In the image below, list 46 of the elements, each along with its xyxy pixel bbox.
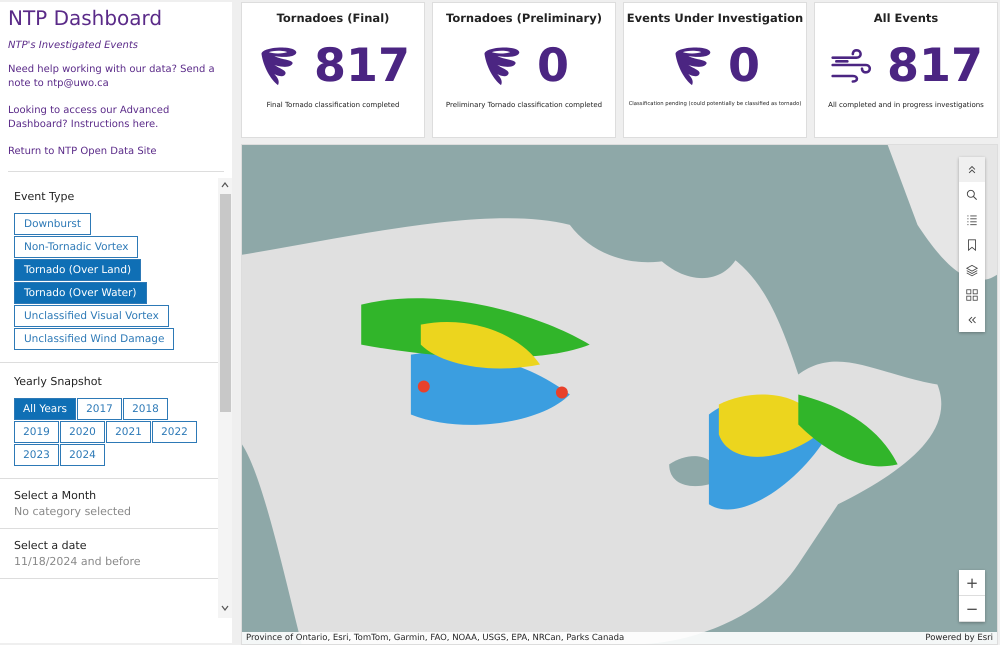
count-value: 817 [314, 38, 410, 92]
card-title: Tornadoes (Final) [276, 11, 390, 25]
dashboard-title: NTP Dashboard [8, 6, 164, 30]
count-value: 0 [728, 38, 760, 92]
zoom-out-button[interactable]: − [959, 596, 985, 622]
legend-icon [965, 212, 979, 226]
year-button[interactable]: 2018 [123, 398, 168, 420]
year-button[interactable]: 2022 [152, 421, 197, 443]
year-button[interactable]: 2019 [14, 421, 59, 443]
filter-button[interactable]: Downburst [14, 213, 91, 235]
selection-text[interactable]: No category selected [14, 505, 218, 518]
year-button[interactable]: 2021 [106, 421, 151, 443]
info-text: Return to NTP Open Data Site [8, 145, 224, 172]
filter-button[interactable]: Tornado (Over Water) [14, 282, 147, 304]
section-title: Event Type [14, 190, 76, 203]
year-button[interactable]: 2020 [60, 421, 105, 443]
filter-button[interactable]: Unclassified Visual Vortex [14, 305, 169, 327]
selection-text[interactable]: 11/18/2024 and before [14, 555, 218, 568]
card-title: All Events [874, 11, 938, 25]
filter-button[interactable]: Unclassified Wind Damage [14, 328, 174, 350]
scrollbar-drawing[interactable] [218, 178, 232, 618]
card-title: Events Under Investigation [626, 11, 804, 25]
toolbar-button[interactable] [959, 157, 985, 182]
section-title: Select a Month [14, 489, 98, 502]
filter-button[interactable]: Non-Tornadic Vortex [14, 236, 138, 258]
section-title: Yearly Snapshot [14, 375, 103, 388]
search-icon [965, 188, 979, 202]
layers-icon [965, 262, 979, 276]
info-text: Need help working with our data? Send a note to ntp@uwo.ca [8, 63, 216, 91]
toolbar-button[interactable] [959, 182, 985, 207]
info-text: Looking to access our Advanced Dashboard? Instructions here. [8, 104, 170, 132]
attribution-text: Province of Ontario, Esri, TomTom, Garmin, FAO, NOAA, USGS, EPA, NRCan, Parks Canada [246, 633, 624, 643]
powered-by-text[interactable]: Powered by Esri [925, 633, 993, 643]
zoom-in-button[interactable]: + [959, 570, 985, 596]
grid-icon [965, 288, 979, 302]
subtitle: NTP's Investigated Events [8, 40, 139, 51]
card-title: Tornadoes (Preliminary) [446, 11, 602, 25]
year-button[interactable]: 2023 [14, 444, 59, 466]
bookmark-icon [965, 238, 979, 252]
year-button[interactable]: All Years [14, 398, 76, 420]
year-button[interactable]: 2024 [60, 444, 105, 466]
year-button[interactable]: 2017 [77, 398, 122, 420]
count-value: 817 [886, 38, 984, 92]
section-title: Select a date [14, 539, 88, 552]
count-value: 0 [536, 38, 569, 92]
filter-button[interactable]: Tornado (Over Land) [14, 259, 142, 281]
